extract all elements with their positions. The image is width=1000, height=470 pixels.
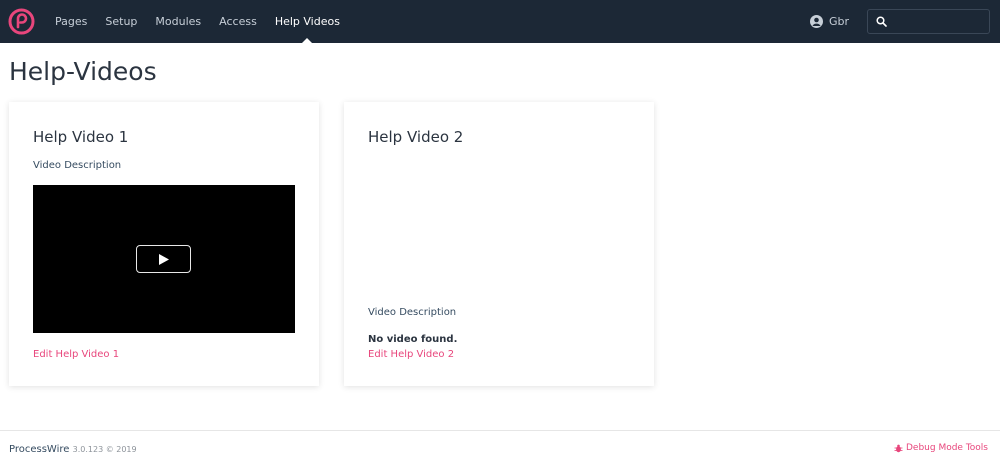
footer-version: 3.0.123 © 2019 (72, 445, 137, 454)
search-input[interactable] (891, 15, 986, 28)
play-icon (158, 253, 169, 265)
nav-item-setup[interactable]: Setup (105, 0, 137, 43)
user-avatar-icon (810, 15, 823, 28)
user-menu[interactable]: Gbr (810, 13, 849, 30)
main-nav: Pages Setup Modules Access Help Videos (55, 0, 358, 43)
page-title: Help-Videos (9, 57, 157, 86)
user-name: Gbr (829, 15, 850, 28)
card-description: Video Description (368, 307, 457, 318)
card-title: Help Video 1 (33, 128, 129, 146)
debug-mode-tools-link[interactable]: Debug Mode Tools (894, 443, 988, 453)
top-navbar: Pages Setup Modules Access Help Videos G… (0, 0, 1000, 43)
edit-help-video-2-link[interactable]: Edit Help Video 2 (368, 349, 454, 360)
video-player[interactable] (33, 185, 295, 333)
card-description: Video Description (33, 160, 122, 171)
footer-divider (0, 430, 1000, 431)
search-icon (876, 16, 887, 27)
nav-item-help-videos[interactable]: Help Videos (275, 0, 340, 43)
debug-mode-tools-label: Debug Mode Tools (905, 443, 988, 453)
card-title: Help Video 2 (368, 128, 464, 146)
no-video-message: No video found. (368, 334, 458, 345)
bug-icon (894, 444, 903, 452)
nav-item-pages[interactable]: Pages (55, 0, 87, 43)
play-button[interactable] (136, 245, 191, 273)
help-video-card-2: Help Video 2 Video Description No video … (344, 102, 654, 386)
footer-brand: ProcessWire (9, 444, 70, 455)
nav-item-access[interactable]: Access (219, 0, 257, 43)
processwire-logo-icon[interactable] (8, 8, 35, 35)
search-box (867, 9, 990, 34)
nav-item-modules[interactable]: Modules (155, 0, 201, 43)
help-video-card-1: Help Video 1 Video Description Edit Help… (9, 102, 319, 386)
footer-credits: ProcessWire 3.0.123 © 2019 (9, 444, 137, 455)
edit-help-video-1-link[interactable]: Edit Help Video 1 (33, 349, 119, 360)
